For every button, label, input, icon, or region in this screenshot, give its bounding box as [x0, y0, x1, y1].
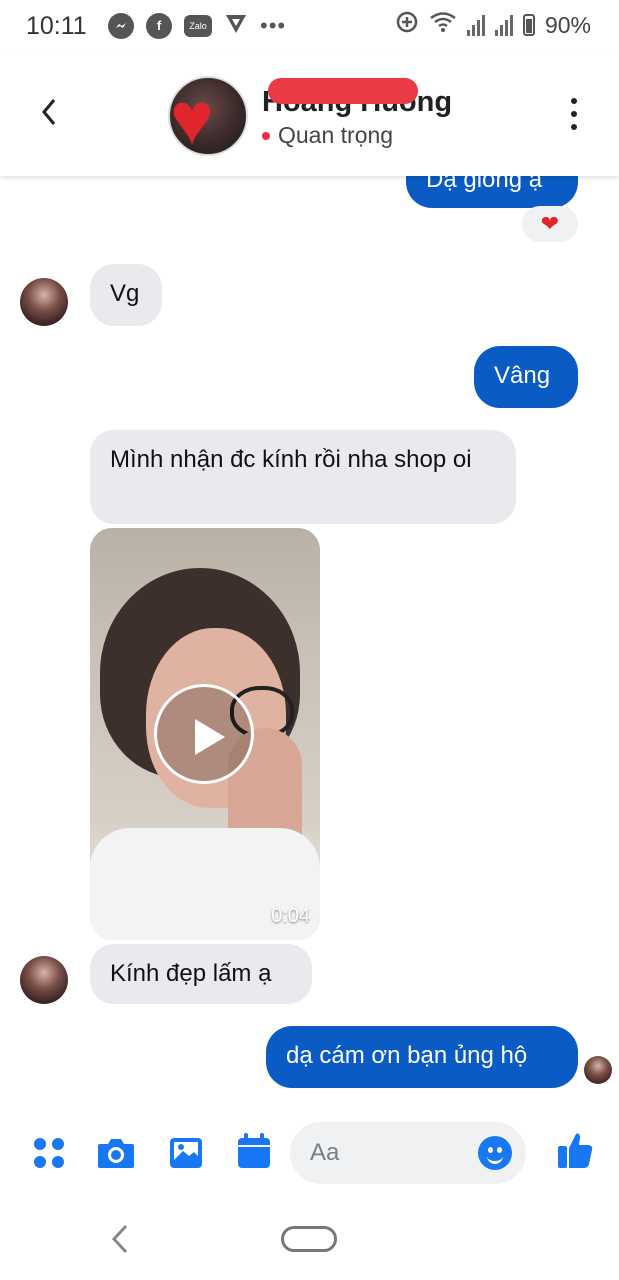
received-message[interactable]: Vg: [90, 264, 162, 326]
apps-menu-icon[interactable]: [32, 1136, 66, 1175]
system-navigation-bar: [0, 1200, 619, 1280]
message-input[interactable]: Aa: [290, 1122, 526, 1184]
like-thumbs-up-icon[interactable]: [556, 1130, 594, 1175]
data-saver-icon: [395, 10, 419, 40]
play-icon: [195, 719, 225, 755]
zalo-icon: Zalo: [184, 14, 212, 37]
more-notifications-icon: •••: [260, 12, 287, 38]
name-redaction: [268, 78, 418, 104]
gallery-icon[interactable]: [168, 1136, 204, 1175]
status-time: 10:11: [26, 12, 87, 40]
calendar-icon[interactable]: [236, 1132, 272, 1175]
nav-back-button[interactable]: [108, 1222, 132, 1256]
status-right: 90%: [395, 10, 591, 40]
status-bar: 10:11 f Zalo ••• 90%: [0, 0, 619, 52]
label-dot-icon: [262, 131, 270, 140]
vpn-shield-icon: [224, 11, 248, 40]
dot-icon: [571, 111, 577, 117]
notification-icons: f Zalo •••: [108, 11, 286, 40]
conversation-header: ♥ Hoang Huong Quan trọng: [0, 56, 619, 176]
back-arrow-icon: [42, 99, 56, 125]
back-button[interactable]: [34, 92, 64, 132]
signal-1-icon: [466, 14, 485, 36]
more-options-button[interactable]: [571, 98, 579, 130]
video-attachment[interactable]: 0:04: [90, 528, 320, 940]
signal-2-icon: [494, 14, 513, 36]
play-button[interactable]: [154, 684, 254, 784]
message-input-placeholder: Aa: [310, 1139, 340, 1166]
battery-percent: 90%: [544, 11, 591, 38]
sent-message[interactable]: dạ cám ơn bạn ủng hộ: [266, 1026, 578, 1088]
video-duration: 0:04: [271, 905, 310, 927]
nav-back-icon: [111, 1224, 128, 1254]
facebook-icon: f: [146, 12, 172, 39]
received-message[interactable]: Mình nhận đc kính rồi nha shop oi: [90, 430, 516, 524]
camera-icon[interactable]: [96, 1136, 136, 1175]
heart-redaction: ♥: [170, 77, 214, 160]
contact-label: Quan trọng: [262, 122, 393, 149]
emoji-icon[interactable]: [478, 1136, 512, 1170]
nav-home-button[interactable]: [281, 1226, 337, 1252]
sender-avatar[interactable]: [20, 278, 68, 326]
seen-receipt-avatar: [584, 1056, 612, 1084]
sent-message[interactable]: Vâng: [474, 346, 578, 408]
heart-reaction-icon[interactable]: ❤: [522, 206, 578, 242]
message-composer: Aa: [0, 1112, 619, 1196]
sender-avatar[interactable]: [20, 956, 68, 1004]
messenger-icon: [108, 12, 134, 39]
dot-icon: [571, 124, 577, 130]
battery-icon: [522, 14, 535, 36]
contact-label-text: Quan trọng: [278, 122, 394, 148]
wifi-icon: [429, 11, 457, 39]
dot-icon: [571, 98, 577, 104]
received-message[interactable]: Kính đẹp lấm ạ: [90, 944, 312, 1004]
